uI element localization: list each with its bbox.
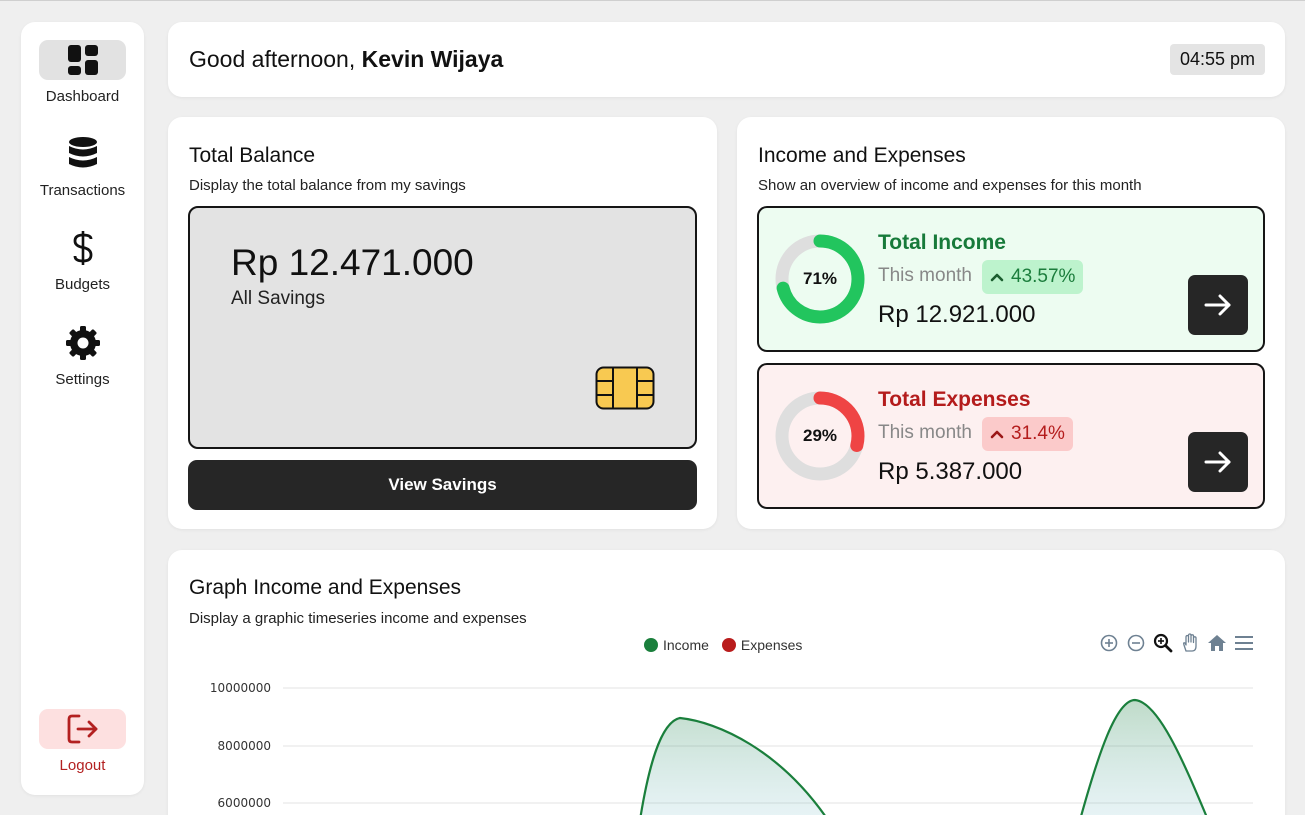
- income-title: Total Income: [878, 231, 1006, 254]
- card-subtitle: Show an overview of income and expenses …: [758, 177, 1142, 194]
- chevron-up-icon: [990, 273, 1004, 282]
- income-expenses-card: Income and Expenses Show an overview of …: [737, 117, 1285, 529]
- y-tick-label: 6000000: [218, 796, 271, 810]
- sidebar-item-budgets[interactable]: Budgets: [21, 228, 144, 293]
- card-chip-icon: [595, 366, 655, 410]
- total-balance-card: Total Balance Display the total balance …: [168, 117, 717, 529]
- arrow-right-icon: [1204, 451, 1231, 473]
- savings-label: All Savings: [231, 288, 325, 309]
- view-savings-button[interactable]: View Savings: [188, 460, 697, 510]
- expenses-percent: 29%: [802, 426, 838, 445]
- income-amount: Rp 12.921.000: [878, 301, 1036, 328]
- card-title: Income and Expenses: [758, 144, 966, 167]
- income-change-badge: 43.57%: [982, 260, 1084, 294]
- chevron-up-icon: [990, 430, 1004, 439]
- greeting-text: Good afternoon,: [189, 46, 356, 72]
- gear-icon: [65, 326, 100, 360]
- header-bar: Good afternoon, Kevin Wijaya 04:55 pm: [168, 22, 1285, 97]
- card-title: Total Balance: [189, 144, 316, 167]
- card-subtitle: Display the total balance from my saving…: [189, 177, 466, 194]
- income-percent: 71%: [802, 269, 838, 288]
- user-name: Kevin Wijaya: [361, 46, 504, 72]
- sidebar-item-label: Budgets: [54, 276, 111, 293]
- graph-card: Graph Income and Expenses Display a grap…: [168, 550, 1285, 815]
- area-chart: 10000000 8000000 6000000: [210, 681, 1253, 815]
- dollar-icon: [73, 231, 92, 265]
- sidebar-item-label: Dashboard: [45, 88, 120, 105]
- expenses-title: Total Expenses: [878, 388, 1031, 411]
- database-icon: [68, 137, 97, 168]
- total-income-box: 71% Total Income This month 43.57% Rp 12…: [757, 206, 1265, 352]
- dashboard-grid-icon: [67, 45, 98, 75]
- logout-label: Logout: [59, 757, 106, 774]
- expenses-change-badge: 31.4%: [982, 417, 1073, 451]
- clock-badge: 04:55 pm: [1169, 44, 1265, 75]
- y-tick-label: 8000000: [218, 739, 271, 753]
- expenses-amount: Rp 5.387.000: [878, 458, 1023, 485]
- income-series-area: [640, 700, 1206, 815]
- income-change-value: 43.57%: [1011, 266, 1076, 287]
- savings-card: Rp 12.471.000 All Savings: [188, 206, 697, 449]
- income-period: This month: [878, 265, 972, 286]
- sidebar-item-transactions[interactable]: Transactions: [21, 134, 144, 199]
- sidebar-item-label: Settings: [55, 371, 110, 388]
- expenses-details-button[interactable]: [1188, 432, 1248, 492]
- income-details-button[interactable]: [1188, 275, 1248, 335]
- y-tick-label: 10000000: [210, 681, 271, 695]
- greeting: Good afternoon, Kevin Wijaya: [189, 46, 503, 73]
- savings-amount: Rp 12.471.000: [231, 242, 474, 283]
- arrow-right-icon: [1204, 294, 1231, 316]
- expenses-change-value: 31.4%: [1011, 423, 1065, 444]
- sidebar-item-dashboard[interactable]: Dashboard: [21, 40, 144, 105]
- expenses-period: This month: [878, 422, 972, 443]
- sidebar-item-label: Transactions: [39, 182, 126, 199]
- logout-icon: [67, 714, 97, 744]
- sidebar: Dashboard Transactions Budgets Settings …: [21, 22, 144, 795]
- sidebar-item-settings[interactable]: Settings: [21, 323, 144, 388]
- total-expenses-box: 29% Total Expenses This month 31.4% Rp 5…: [757, 363, 1265, 509]
- logout-button[interactable]: Logout: [21, 709, 144, 774]
